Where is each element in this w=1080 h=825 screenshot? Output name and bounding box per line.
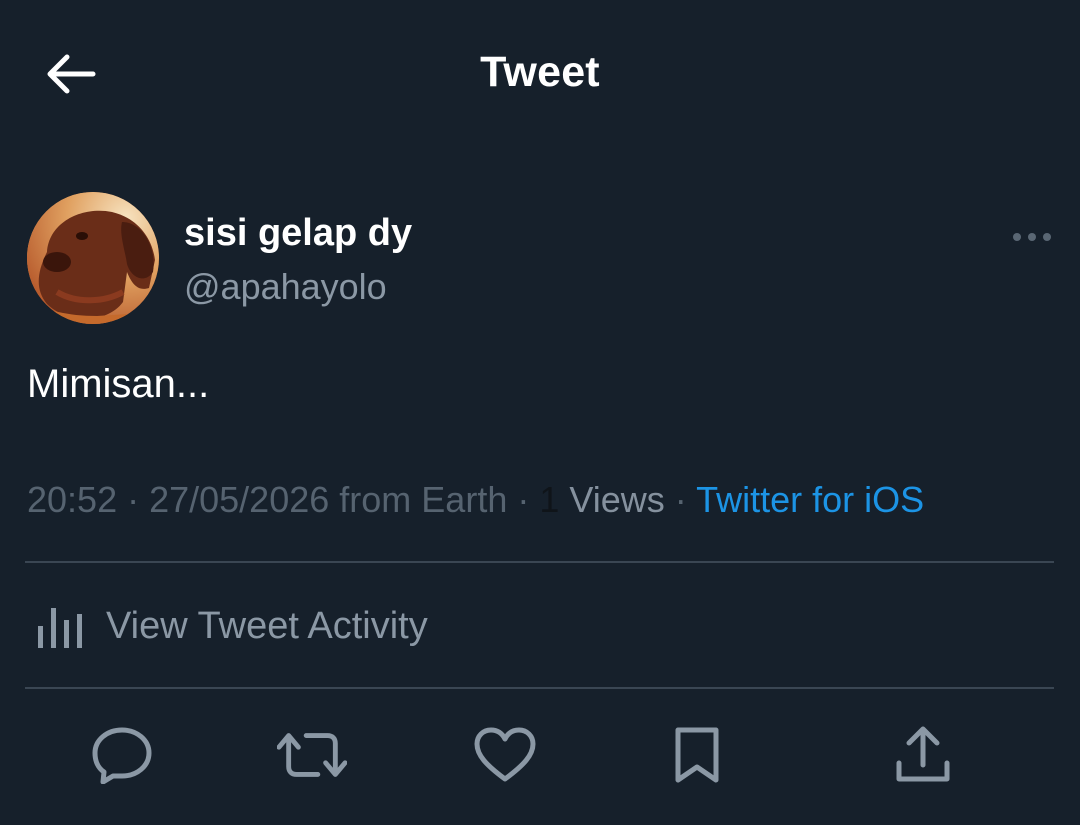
tweet-metadata: 20:52 · 27/05/2026 from Earth · 1 Views … <box>27 479 924 521</box>
reply-icon <box>92 727 152 784</box>
views-label: Views <box>569 479 665 520</box>
tweet-time[interactable]: 20:52 <box>27 479 117 520</box>
separator: · <box>117 479 150 520</box>
tweet-date[interactable]: 27/05/2026 <box>149 479 329 520</box>
heart-icon <box>474 727 536 782</box>
display-name[interactable]: sisi gelap dy <box>184 212 412 255</box>
more-options-button[interactable] <box>1007 222 1057 252</box>
tweet-source-link[interactable]: Twitter for iOS <box>696 479 924 520</box>
retweet-icon <box>277 733 347 777</box>
share-icon <box>896 726 950 782</box>
view-tweet-activity-label: View Tweet Activity <box>106 604 428 647</box>
bar-chart-icon <box>38 608 82 648</box>
retweet-button[interactable] <box>277 720 347 790</box>
views-count: 1 <box>539 479 560 520</box>
bookmark-icon <box>675 727 719 783</box>
header: Tweet <box>0 0 1080 150</box>
separator <box>329 479 339 520</box>
tweet-author: sisi gelap dy @apahayolo <box>27 192 1057 326</box>
tweet-actions-bar <box>0 720 1080 800</box>
tweet-text: Mimisan... <box>27 362 210 406</box>
dog-avatar-image <box>27 192 159 324</box>
avatar[interactable] <box>27 192 159 324</box>
share-button[interactable] <box>888 720 958 790</box>
more-horizontal-icon <box>1013 233 1051 241</box>
tweet-detail-page: Tweet sisi gelap dy @apahayolo Mimisan..… <box>0 0 1080 825</box>
page-title: Tweet <box>480 48 600 96</box>
view-tweet-activity[interactable]: View Tweet Activity <box>36 600 428 652</box>
reply-button[interactable] <box>87 720 157 790</box>
user-handle[interactable]: @apahayolo <box>184 266 387 308</box>
separator <box>559 479 569 520</box>
divider <box>25 561 1054 563</box>
tweet-location: from Earth <box>339 479 508 520</box>
bookmark-button[interactable] <box>662 720 732 790</box>
like-button[interactable] <box>470 720 540 790</box>
separator: · <box>664 479 697 520</box>
separator: · <box>507 479 540 520</box>
divider <box>25 687 1054 689</box>
